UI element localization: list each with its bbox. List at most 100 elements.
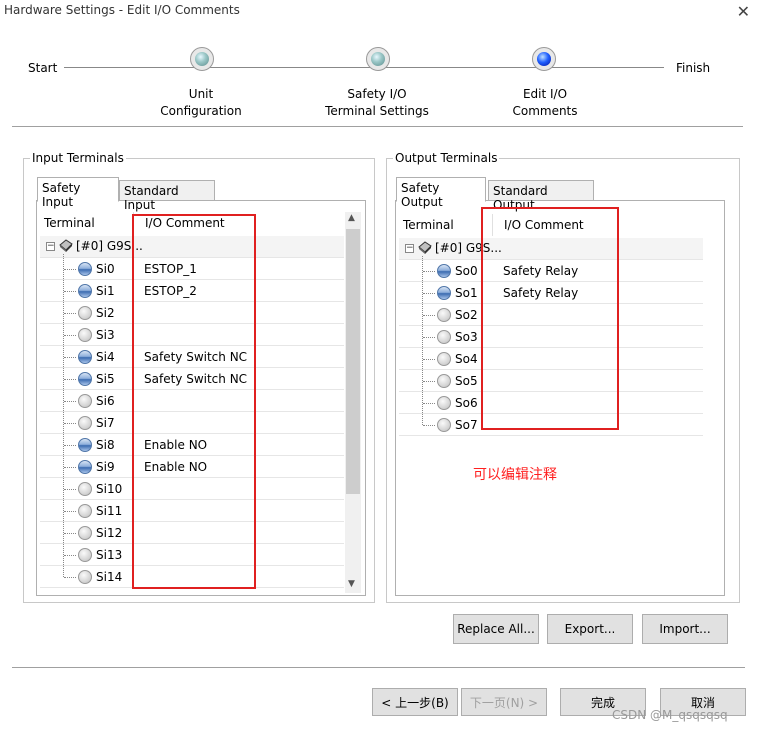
terminal-name: So2	[455, 308, 478, 322]
terminal-assigned-icon	[78, 460, 92, 474]
terminal-name: Si3	[96, 328, 115, 342]
terminal-name: Si7	[96, 416, 115, 430]
output-terminals-title: Output Terminals	[393, 151, 500, 165]
terminal-name: Si1	[96, 284, 115, 298]
terminal-name: Si8	[96, 438, 115, 452]
terminal-name: So0	[455, 264, 478, 278]
tree-trunk	[422, 256, 423, 425]
terminal-name: Si12	[96, 526, 123, 540]
input-col-terminal: Terminal	[44, 216, 95, 230]
tree-connector	[64, 379, 76, 381]
terminal-assigned-icon	[78, 438, 92, 452]
tree-connector	[423, 403, 435, 405]
step-label-line: Safety I/O	[347, 87, 407, 101]
output-col-terminal: Terminal	[403, 218, 454, 232]
scroll-down-icon[interactable]: ▼	[348, 579, 355, 589]
tree-connector	[423, 337, 435, 339]
input-scrollbar-thumb[interactable]	[346, 229, 360, 494]
terminal-unassigned-icon	[78, 548, 92, 562]
terminal-unassigned-icon	[437, 418, 451, 432]
terminal-name: So7	[455, 418, 478, 432]
step-node-terminal-settings	[366, 47, 390, 71]
terminal-unassigned-icon	[437, 330, 451, 344]
terminal-assigned-icon	[78, 372, 92, 386]
tree-connector	[423, 293, 435, 295]
tab-safety-input[interactable]: Safety Input	[37, 177, 119, 209]
close-icon[interactable]: ✕	[737, 2, 750, 21]
terminal-assigned-icon	[78, 284, 92, 298]
terminal-unassigned-icon	[78, 504, 92, 518]
terminal-name: So5	[455, 374, 478, 388]
tree-connector	[64, 269, 76, 271]
terminal-assigned-icon	[78, 350, 92, 364]
tab-safety-output[interactable]: Safety Output	[396, 177, 486, 209]
module-icon	[59, 239, 73, 252]
tree-connector	[423, 359, 435, 361]
terminal-unassigned-icon	[78, 482, 92, 496]
wizard-line	[64, 67, 664, 68]
tree-connector	[64, 577, 76, 579]
step-node-edit-comments	[532, 47, 556, 71]
step-label-terminal-settings: Safety I/O Terminal Settings	[312, 86, 442, 120]
step-label-line: Unit	[188, 87, 214, 101]
tree-connector	[64, 489, 76, 491]
tree-connector	[64, 291, 76, 293]
scroll-up-icon[interactable]: ▲	[348, 213, 355, 223]
terminal-name: Si14	[96, 570, 123, 584]
wizard-start-label: Start	[28, 61, 58, 75]
terminal-name: Si6	[96, 394, 115, 408]
export-button[interactable]: Export...	[547, 614, 633, 644]
wizard-finish-label: Finish	[676, 61, 711, 75]
window-title: Hardware Settings - Edit I/O Comments	[4, 3, 240, 17]
terminal-name: So6	[455, 396, 478, 410]
terminal-name: Si4	[96, 350, 115, 364]
terminal-unassigned-icon	[437, 374, 451, 388]
tree-connector	[64, 401, 76, 403]
step-label-edit-comments: Edit I/O Comments	[490, 86, 600, 120]
terminal-assigned-icon	[437, 286, 451, 300]
footer-separator	[12, 667, 745, 668]
terminal-name: Si10	[96, 482, 123, 496]
tree-connector	[423, 271, 435, 273]
watermark: CSDN @M_qsqsqsq	[612, 708, 728, 722]
terminal-unassigned-icon	[78, 306, 92, 320]
tree-connector	[64, 313, 76, 315]
next-button: 下一页(N) >	[461, 688, 547, 716]
input-comment-highlight	[132, 214, 256, 589]
replace-all-button[interactable]: Replace All...	[453, 614, 539, 644]
header-separator	[12, 126, 743, 127]
import-button[interactable]: Import...	[642, 614, 728, 644]
tree-connector	[64, 423, 76, 425]
tree-connector	[423, 315, 435, 317]
step-label-line: Comments	[512, 104, 578, 118]
back-button[interactable]: < 上一步(B)	[372, 688, 458, 716]
tree-connector	[64, 533, 76, 535]
tree-trunk	[63, 254, 64, 577]
tree-connector	[64, 357, 76, 359]
tree-connector	[423, 425, 435, 427]
terminal-assigned-icon	[437, 264, 451, 278]
terminal-assigned-icon	[78, 262, 92, 276]
tab-standard-output[interactable]: Standard Output	[488, 180, 594, 212]
step-label-line: Terminal Settings	[325, 104, 429, 118]
terminal-unassigned-icon	[78, 416, 92, 430]
step-label-line: Edit I/O	[522, 87, 568, 101]
tree-connector	[64, 467, 76, 469]
tree-connector	[64, 445, 76, 447]
annotation-text: 可以编辑注释	[473, 467, 557, 483]
terminal-name: Si9	[96, 460, 115, 474]
terminal-unassigned-icon	[437, 352, 451, 366]
terminal-unassigned-icon	[78, 394, 92, 408]
terminal-unassigned-icon	[78, 526, 92, 540]
tree-connector	[423, 381, 435, 383]
terminal-unassigned-icon	[437, 308, 451, 322]
terminal-unassigned-icon	[437, 396, 451, 410]
collapse-icon[interactable]: −	[405, 244, 414, 253]
terminal-unassigned-icon	[78, 570, 92, 584]
tree-connector	[64, 335, 76, 337]
terminal-name: Si2	[96, 306, 115, 320]
tab-standard-input[interactable]: Standard Input	[119, 180, 215, 212]
terminal-name: So4	[455, 352, 478, 366]
input-terminals-title: Input Terminals	[30, 151, 126, 165]
collapse-icon[interactable]: −	[46, 242, 55, 251]
